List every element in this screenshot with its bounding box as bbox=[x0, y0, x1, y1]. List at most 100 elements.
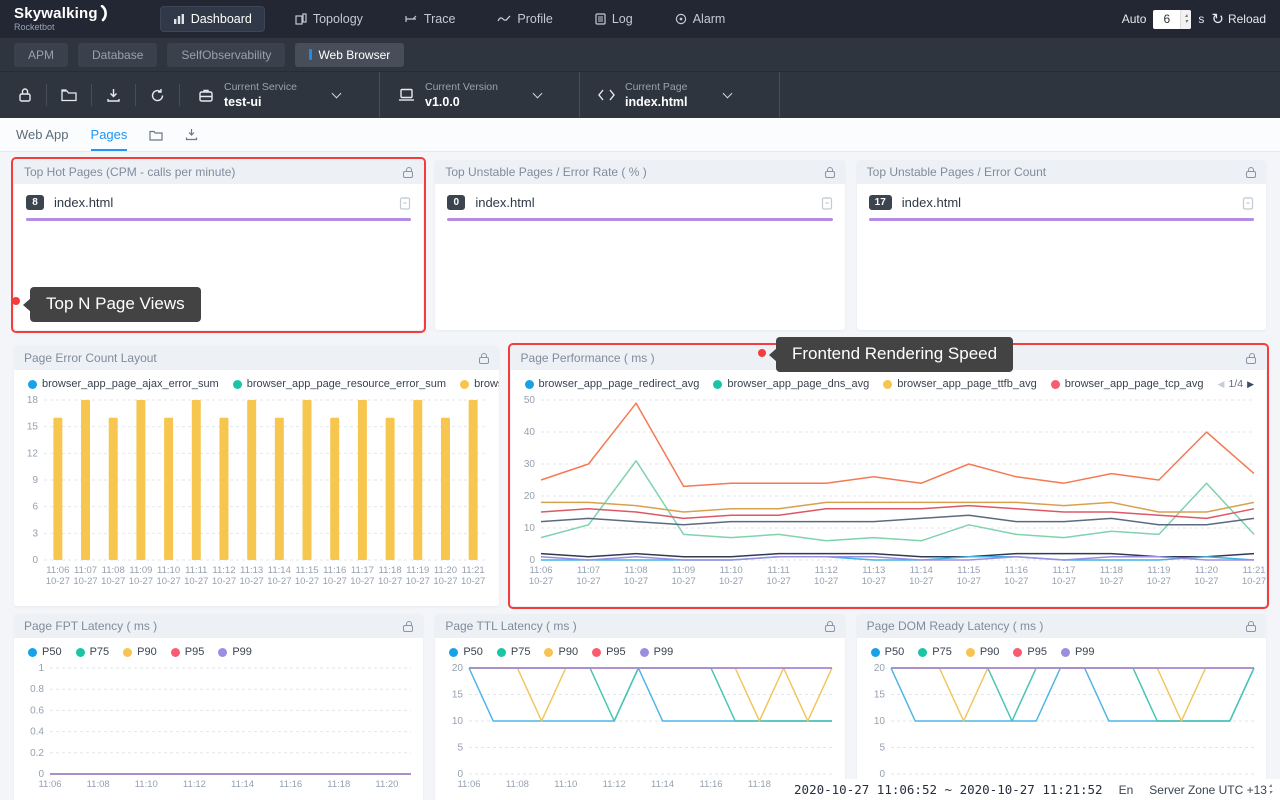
legend-item[interactable]: P75 bbox=[497, 646, 531, 658]
tab-pages[interactable]: Pages bbox=[91, 118, 128, 151]
svg-text:10-27: 10-27 bbox=[528, 576, 552, 587]
svg-text:11:06: 11:06 bbox=[458, 779, 481, 790]
card-top-unstable-error-count: Top Unstable Pages / Error Count 17 inde… bbox=[857, 160, 1266, 330]
legend-item[interactable]: P95 bbox=[592, 646, 626, 658]
lock-toggle-button[interactable] bbox=[4, 84, 47, 106]
svg-text:3: 3 bbox=[32, 528, 38, 539]
nav-item-trace[interactable]: Trace bbox=[393, 7, 468, 31]
page-name: index.html bbox=[902, 195, 961, 210]
legend-item[interactable]: P75 bbox=[918, 646, 952, 658]
legend-item[interactable]: P99 bbox=[218, 646, 252, 658]
auto-label: Auto bbox=[1122, 12, 1147, 26]
svg-text:30: 30 bbox=[523, 459, 535, 470]
current-service-selector[interactable]: Current Service test-ui bbox=[180, 72, 380, 118]
legend-item[interactable]: P95 bbox=[171, 646, 205, 658]
legend-dot bbox=[497, 648, 506, 657]
legend-item[interactable]: P50 bbox=[28, 646, 62, 658]
svg-text:11:11: 11:11 bbox=[767, 565, 789, 576]
stepper-arrows-icon[interactable]: ▴▾ bbox=[1180, 10, 1191, 29]
legend-dot bbox=[918, 648, 927, 657]
nav-item-alarm[interactable]: Alarm bbox=[663, 7, 738, 31]
current-page-selector[interactable]: Current Page index.html bbox=[580, 72, 780, 118]
auto-interval-stepper[interactable]: 6 ▴▾ bbox=[1153, 10, 1191, 29]
legend-item[interactable]: browser_app_page_resource_error_sum bbox=[233, 378, 446, 390]
legend-item[interactable]: P95 bbox=[1013, 646, 1047, 658]
rank-value-badge: 0 bbox=[447, 195, 465, 210]
legend-item[interactable]: P50 bbox=[449, 646, 483, 658]
time-range-bar: 2020-10-27 11:06:52 ~ 2020-10-27 11:21:5… bbox=[782, 779, 1280, 800]
rank-bar bbox=[447, 218, 832, 221]
svg-text:10-27: 10-27 bbox=[1146, 576, 1170, 587]
logo[interactable]: Skywalking Rocketbot bbox=[14, 6, 112, 32]
category-apm[interactable]: APM bbox=[14, 43, 68, 67]
export-tab-button[interactable] bbox=[185, 128, 198, 141]
legend-dot bbox=[449, 648, 458, 657]
copy-icon[interactable] bbox=[1242, 196, 1254, 210]
legend-item[interactable]: browser_app_page_js_error_sum bbox=[460, 378, 498, 390]
zone-stepper-icon[interactable]: ▴▾ bbox=[1269, 783, 1272, 796]
svg-text:11:06: 11:06 bbox=[529, 565, 552, 576]
legend-dot bbox=[1061, 648, 1070, 657]
time-range-value[interactable]: 2020-10-27 11:06:52 ~ 2020-10-27 11:21:5… bbox=[794, 782, 1103, 797]
legend-item[interactable]: P50 bbox=[871, 646, 905, 658]
legend-item[interactable]: browser_app_page_ttfb_avg bbox=[883, 378, 1036, 390]
nav-item-profile[interactable]: Profile bbox=[485, 7, 564, 31]
folder-icon bbox=[61, 88, 77, 102]
card-page-fpt-latency: Page FPT Latency ( ms ) P50 P75 P90 P95 … bbox=[14, 614, 423, 800]
svg-text:10: 10 bbox=[523, 523, 535, 534]
tab-web-app[interactable]: Web App bbox=[16, 118, 69, 151]
category-database[interactable]: Database bbox=[78, 43, 157, 67]
add-tab-button[interactable] bbox=[149, 129, 163, 141]
nav-item-log[interactable]: Log bbox=[583, 7, 645, 31]
laptop-icon bbox=[398, 88, 415, 102]
legend-item[interactable]: P99 bbox=[640, 646, 674, 658]
legend-next-icon[interactable]: ▶ bbox=[1247, 379, 1254, 390]
current-version-selector[interactable]: Current Version v1.0.0 bbox=[380, 72, 580, 118]
svg-text:11:07: 11:07 bbox=[74, 565, 97, 576]
dom-ready-latency-line-chart: 0510152011:0611:0811:1011:1211:1411:1611… bbox=[857, 658, 1266, 794]
legend-item[interactable]: P75 bbox=[76, 646, 110, 658]
legend-item[interactable]: browser_app_page_dns_avg bbox=[713, 378, 869, 390]
legend-item[interactable]: browser_app_page_redirect_avg bbox=[525, 378, 700, 390]
legend-item[interactable]: P90 bbox=[966, 646, 1000, 658]
category-selfobservability[interactable]: SelfObservability bbox=[167, 43, 285, 67]
legend-item[interactable]: P99 bbox=[1061, 646, 1095, 658]
annotated-page-performance: Page Performance ( ms ) browser_app_page… bbox=[511, 346, 1266, 606]
svg-text:10-27: 10-27 bbox=[956, 576, 980, 587]
svg-text:11:09: 11:09 bbox=[672, 565, 695, 576]
svg-text:0: 0 bbox=[32, 555, 38, 566]
refresh-button[interactable] bbox=[136, 84, 180, 106]
category-nav: APM Database SelfObservability Web Brows… bbox=[0, 38, 1280, 72]
legend-label: P50 bbox=[885, 646, 905, 658]
import-export-button[interactable] bbox=[92, 84, 136, 106]
copy-icon[interactable] bbox=[821, 196, 833, 210]
copy-icon[interactable] bbox=[399, 196, 411, 210]
language-toggle[interactable]: En bbox=[1119, 783, 1134, 797]
svg-text:20: 20 bbox=[452, 663, 464, 674]
selector-label: Current Page bbox=[625, 81, 688, 93]
nav-item-dashboard[interactable]: Dashboard bbox=[160, 6, 265, 32]
server-zone-control[interactable]: Server Zone UTC +13 ▴▾ bbox=[1149, 783, 1272, 797]
svg-text:10-27: 10-27 bbox=[814, 576, 838, 587]
svg-text:11:10: 11:10 bbox=[157, 565, 180, 576]
card-title: Top Unstable Pages / Error Count bbox=[867, 165, 1046, 179]
svg-text:11:21: 11:21 bbox=[1242, 565, 1265, 576]
reload-button[interactable]: ↻ Reload bbox=[1211, 12, 1266, 27]
nav-item-topology[interactable]: Topology bbox=[283, 7, 375, 31]
refresh-icon bbox=[150, 88, 165, 103]
legend-item[interactable]: browser_app_page_tcp_avg bbox=[1051, 378, 1204, 390]
legend-item[interactable]: P90 bbox=[123, 646, 157, 658]
svg-text:11:20: 11:20 bbox=[434, 565, 457, 576]
svg-text:11:17: 11:17 bbox=[1052, 565, 1075, 576]
svg-text:10-27: 10-27 bbox=[378, 576, 402, 587]
legend-prev-icon[interactable]: ◀ bbox=[1218, 379, 1225, 390]
legend-item[interactable]: P90 bbox=[544, 646, 578, 658]
svg-text:11:14: 11:14 bbox=[909, 565, 932, 576]
legend-item[interactable]: browser_app_page_ajax_error_sum bbox=[28, 378, 219, 390]
template-button[interactable] bbox=[47, 84, 92, 106]
selector-label: Current Service bbox=[224, 81, 297, 93]
selector-value: index.html bbox=[625, 95, 688, 109]
svg-text:11:20: 11:20 bbox=[375, 779, 398, 790]
category-web-browser[interactable]: Web Browser bbox=[295, 43, 404, 67]
legend-label: browser_app_page_js_error_sum bbox=[474, 378, 498, 390]
